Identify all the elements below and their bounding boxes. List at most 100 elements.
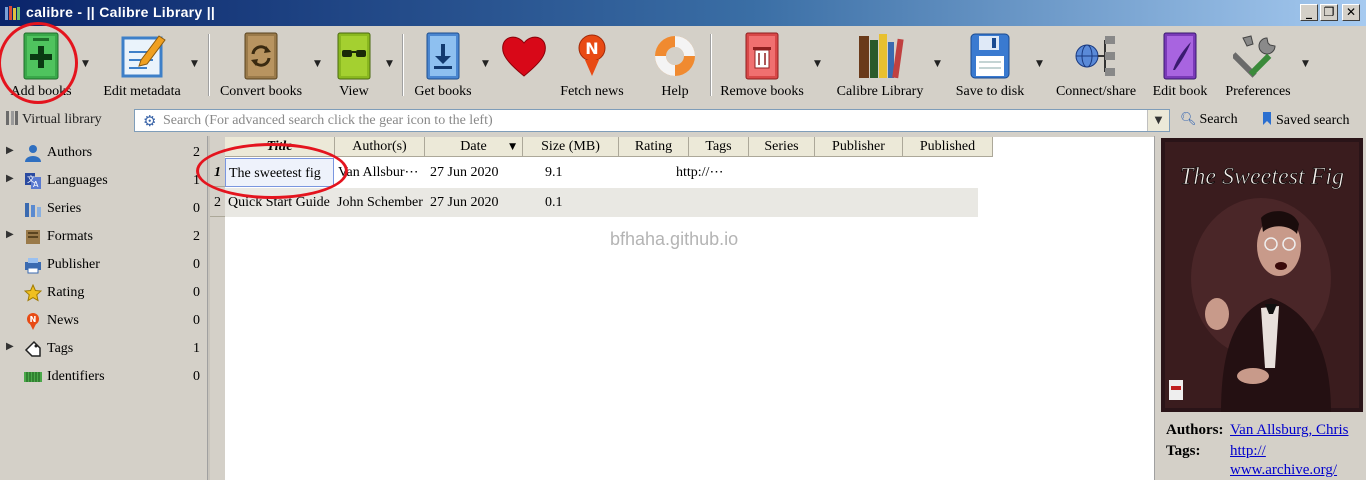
help-lifebuoy-icon — [655, 36, 695, 76]
tag-browser-item-authors[interactable]: ▶ Authors 2 — [0, 138, 206, 166]
get-books-button[interactable]: Get books — [408, 28, 478, 102]
column-header-authors[interactable]: Author(s) — [335, 137, 425, 157]
tag-browser-label: News — [47, 313, 79, 328]
window-titlebar: calibre - || Calibre Library || _ ❐ ✕ — [0, 0, 1366, 26]
save-to-disk-button[interactable]: Save to disk — [950, 28, 1030, 102]
column-header-date[interactable]: Date ▼ — [425, 137, 523, 157]
virtual-library-button[interactable]: Virtual library — [6, 111, 102, 128]
window-title: calibre - || Calibre Library || — [26, 4, 216, 20]
connect-share-button[interactable]: Connect/share — [1054, 28, 1138, 102]
authors-link[interactable]: Van Allsburg, Chris — [1230, 422, 1348, 439]
sort-descending-icon: ▼ — [509, 142, 516, 152]
tag-browser-item-identifiers[interactable]: Identifiers 0 — [0, 362, 206, 390]
get-books-dropdown[interactable]: ▼ — [482, 60, 492, 69]
cell-authors[interactable]: John Schember — [334, 188, 426, 217]
column-header-tags[interactable]: Tags — [689, 137, 749, 157]
cell-date[interactable]: 27 Jun 2020 — [427, 188, 525, 217]
column-header-rating[interactable]: Rating — [619, 137, 689, 157]
convert-books-button[interactable]: Convert books — [216, 28, 306, 102]
tags-link-line1[interactable]: http:// — [1230, 443, 1266, 460]
identifiers-icon — [24, 372, 42, 382]
cell-title[interactable]: Quick Start Guide — [225, 188, 334, 217]
column-header-date-label: Date — [460, 139, 487, 154]
remove-books-button[interactable]: Remove books — [716, 28, 808, 102]
donate-heart-button[interactable] — [496, 28, 552, 102]
row-number[interactable]: 1 — [210, 158, 225, 187]
cell-title[interactable]: The sweetest fig — [225, 158, 334, 187]
save-to-disk-dropdown[interactable]: ▼ — [1036, 60, 1046, 69]
cell-authors[interactable]: Van Allsbur⋯ — [335, 158, 425, 187]
calibre-library-dropdown[interactable]: ▼ — [934, 60, 944, 69]
edit-metadata-button[interactable]: Edit metadata — [100, 28, 184, 102]
search-input[interactable]: ⚙ Search (For advanced search click the … — [134, 109, 1170, 132]
expand-arrow-icon[interactable]: ▶ — [6, 145, 14, 156]
table-row[interactable]: 2 Quick Start Guide John Schember 27 Jun… — [210, 188, 978, 217]
rating-star-icon — [24, 284, 42, 302]
add-books-dropdown[interactable]: ▼ — [82, 60, 92, 69]
cell-date[interactable]: 27 Jun 2020 — [427, 158, 525, 187]
book-cover-image[interactable]: The Sweetest Fig — [1161, 138, 1363, 412]
remove-books-dropdown[interactable]: ▼ — [814, 60, 824, 69]
tag-browser-count: 0 — [193, 201, 200, 216]
tag-browser-label: Identifiers — [47, 369, 105, 384]
tag-browser-item-rating[interactable]: Rating 0 — [0, 278, 206, 306]
tag-browser-label: Tags — [47, 341, 74, 356]
restore-button[interactable]: ❐ — [1320, 4, 1338, 21]
toolbar-separator — [402, 34, 404, 96]
save-disk-icon — [970, 33, 1010, 79]
calibre-library-button[interactable]: Calibre Library — [832, 28, 928, 102]
calibre-library-label: Calibre Library — [836, 84, 924, 99]
preferences-button[interactable]: Preferences — [1222, 28, 1294, 102]
convert-books-dropdown[interactable]: ▼ — [314, 60, 324, 69]
preferences-dropdown[interactable]: ▼ — [1302, 60, 1312, 69]
tags-link-line2[interactable]: www.archive.org/ — [1230, 462, 1337, 479]
convert-books-icon — [244, 32, 278, 80]
heart-icon — [502, 36, 546, 77]
saved-search-button[interactable]: Saved search — [1262, 112, 1349, 129]
search-button[interactable]: 🔍︎ Search — [1180, 112, 1238, 128]
view-dropdown[interactable]: ▼ — [386, 60, 396, 69]
help-label: Help — [661, 84, 689, 99]
view-icon — [337, 32, 371, 80]
preferences-icon — [1233, 35, 1276, 78]
tag-browser-item-publisher[interactable]: Publisher 0 — [0, 250, 206, 278]
series-icon — [25, 203, 41, 217]
edit-metadata-dropdown[interactable]: ▼ — [191, 60, 201, 69]
view-button[interactable]: View — [326, 28, 382, 102]
tag-browser-item-languages[interactable]: ▶ 文A Languages 1 — [0, 166, 206, 194]
cell-size[interactable]: 0.1 — [542, 188, 622, 217]
minimize-button[interactable]: _ — [1300, 4, 1318, 21]
column-header-publisher[interactable]: Publisher — [815, 137, 903, 157]
expand-arrow-icon[interactable]: ▶ — [6, 173, 14, 184]
tag-browser-item-series[interactable]: Series 0 — [0, 194, 206, 222]
fetch-news-button[interactable]: N Fetch news — [556, 28, 628, 102]
tag-browser-count: 0 — [193, 369, 200, 384]
tag-browser-item-tags[interactable]: ▶ Tags 1 — [0, 334, 206, 362]
expand-arrow-icon[interactable]: ▶ — [6, 229, 14, 240]
search-history-dropdown[interactable]: ▼ — [1147, 110, 1169, 131]
edit-metadata-label: Edit metadata — [103, 84, 181, 99]
column-header-title[interactable]: Title — [225, 137, 335, 157]
cell-size[interactable]: 9.1 — [542, 158, 622, 187]
search-placeholder: Search (For advanced search click the ge… — [163, 113, 493, 128]
add-books-button[interactable]: Add books — [2, 28, 80, 102]
cell-tags[interactable]: http://⋯ — [673, 158, 733, 187]
column-header-size[interactable]: Size (MB) — [523, 137, 619, 157]
row-number[interactable]: 2 — [210, 188, 225, 217]
search-row: Virtual library ⚙ Search (For advanced s… — [0, 106, 1366, 134]
gear-icon[interactable]: ⚙ — [143, 113, 159, 129]
close-button[interactable]: ✕ — [1342, 4, 1360, 21]
search-button-label: Search — [1199, 112, 1238, 127]
tag-browser-label: Languages — [47, 173, 108, 188]
tag-browser-item-news[interactable]: N News 0 — [0, 306, 206, 334]
edit-book-button[interactable]: Edit book — [1148, 28, 1212, 102]
authors-label: Authors: — [1166, 422, 1224, 438]
help-button[interactable]: Help — [644, 28, 706, 102]
column-header-series[interactable]: Series — [749, 137, 815, 157]
table-row[interactable]: 1 The sweetest fig Van Allsbur⋯ 27 Jun 2… — [210, 158, 978, 187]
column-header-published[interactable]: Published — [903, 137, 993, 157]
expand-arrow-icon[interactable]: ▶ — [6, 341, 14, 352]
tag-browser-label: Publisher — [47, 257, 100, 272]
edit-metadata-icon — [121, 35, 166, 78]
tag-browser-item-formats[interactable]: ▶ Formats 2 — [0, 222, 206, 250]
